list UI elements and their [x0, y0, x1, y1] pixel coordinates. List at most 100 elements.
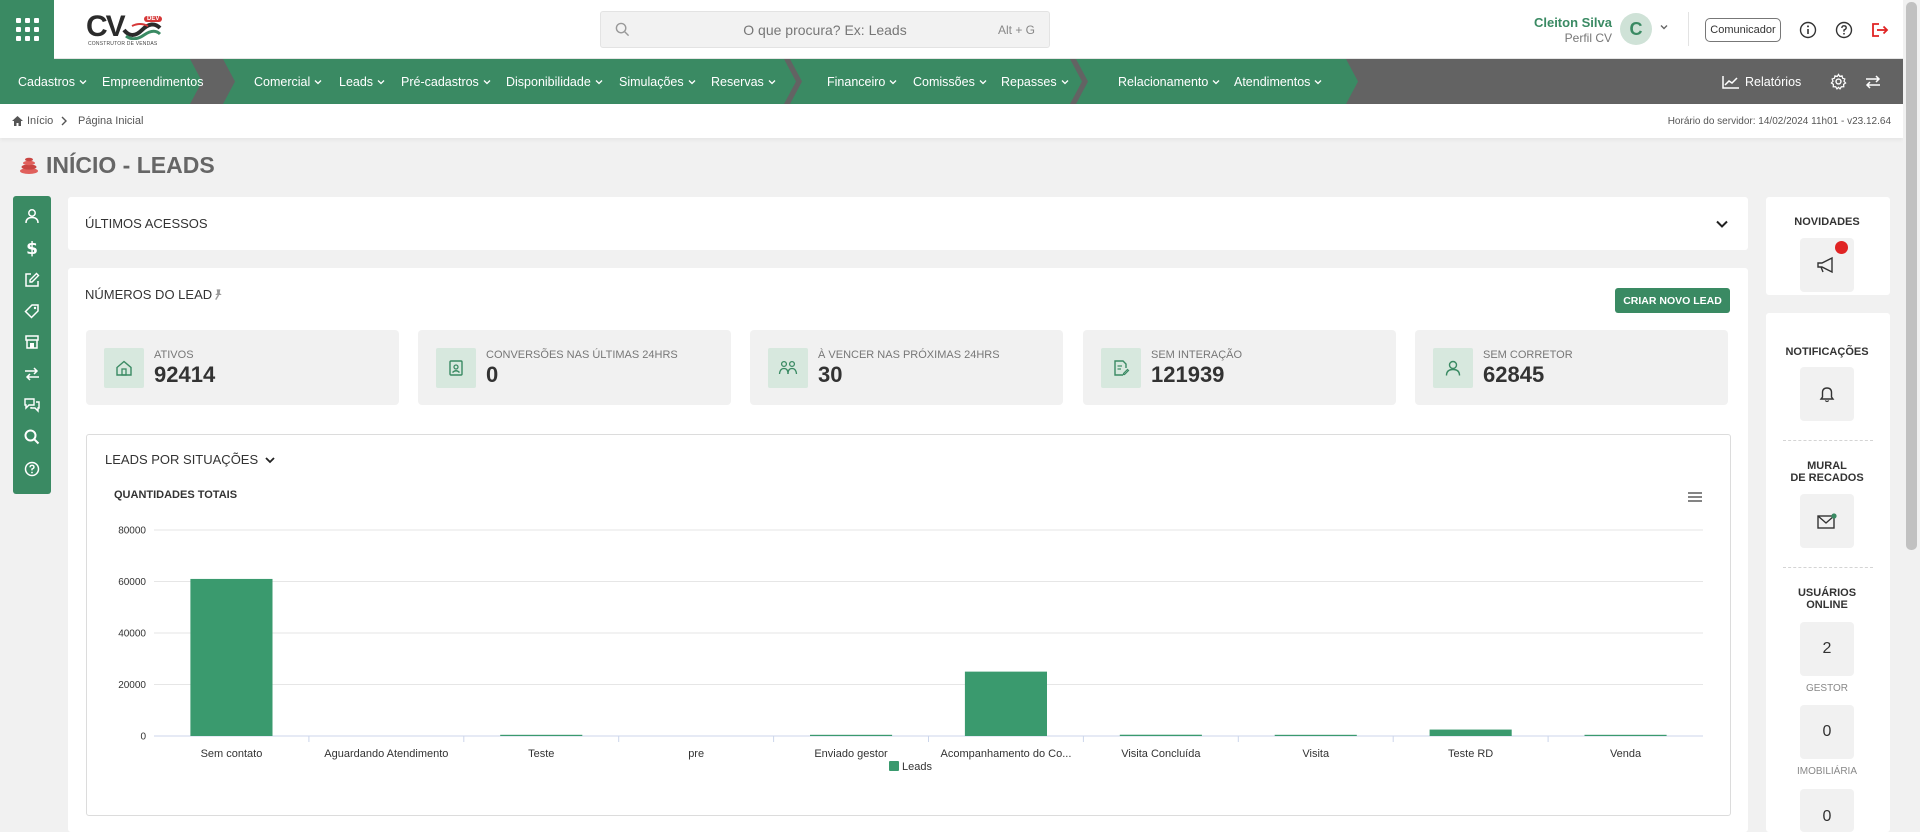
- x-tick-label: Acompanhamento do Co...: [941, 748, 1072, 760]
- stat-label: SEM CORRETOR: [1483, 349, 1573, 361]
- online-count-imobiliaria[interactable]: 0: [1800, 705, 1854, 759]
- online-title-line2: ONLINE: [1806, 599, 1848, 611]
- chevron-right-icon: [60, 104, 68, 138]
- settings-button[interactable]: [1830, 59, 1847, 104]
- nav-label: Simulações: [619, 74, 684, 89]
- nav-item-simulacoes[interactable]: Simulações: [619, 59, 696, 104]
- apps-grid-button[interactable]: [0, 0, 54, 59]
- stat-value: 0: [486, 362, 499, 387]
- edit-icon[interactable]: [13, 266, 51, 294]
- search-hotkey: Alt + G: [997, 22, 1035, 37]
- search-icon[interactable]: [13, 423, 51, 451]
- nav-label: Reservas: [711, 74, 764, 89]
- x-tick-label: Visita Concluída: [1121, 748, 1201, 760]
- divider: [1783, 567, 1873, 568]
- divider: [1688, 12, 1689, 46]
- y-tick-label: 40000: [118, 629, 146, 640]
- logout-icon[interactable]: [1869, 19, 1891, 41]
- last-access-panel[interactable]: ÚLTIMOS ACESSOS: [68, 197, 1748, 250]
- stat-card-a-vencer[interactable]: À VENCER NAS PRÓXIMAS 24hrs 30: [750, 330, 1063, 405]
- breadcrumb-current: Página Inicial: [78, 115, 144, 127]
- global-search[interactable]: O que procura? Ex: Leads Alt + G: [600, 11, 1050, 48]
- online-label-gestor: GESTOR: [1805, 683, 1849, 694]
- news-title: NOVIDADES: [1794, 216, 1860, 228]
- user-icon[interactable]: [13, 202, 51, 230]
- stat-card-sem-interacao[interactable]: SEM INTERAÇÃO 121939: [1083, 330, 1396, 405]
- avatar[interactable]: C: [1620, 13, 1652, 45]
- stat-card-sem-corretor[interactable]: SEM CORRETOR 62845: [1415, 330, 1728, 405]
- nav-label: Atendimentos: [1234, 74, 1311, 89]
- stat-value: 121939: [1151, 362, 1225, 387]
- tag-icon[interactable]: [13, 297, 51, 325]
- chat-icon[interactable]: [13, 391, 51, 419]
- stat-card-ativos[interactable]: ATIVOS 92414: [86, 330, 399, 405]
- help-icon[interactable]: [13, 455, 51, 483]
- nav-label: Cadastros: [18, 74, 75, 89]
- divider: [1783, 440, 1873, 441]
- nav-item-cadastros[interactable]: Cadastros: [18, 59, 87, 104]
- help-icon[interactable]: [1833, 19, 1855, 41]
- board-title-line2: DE RECADOS: [1790, 472, 1864, 484]
- nav-item-pre-cadastros[interactable]: Pré-cadastros: [401, 59, 491, 104]
- scrollbar-thumb[interactable]: [1906, 2, 1917, 550]
- message-board-button[interactable]: [1800, 494, 1854, 548]
- stat-label: CONVERSÕES NAS ÚLTIMAS 24hrs: [486, 349, 678, 361]
- chevron-down-icon: [1314, 79, 1322, 84]
- news-alert-dot: [1835, 241, 1848, 254]
- page-scrollbar[interactable]: [1903, 0, 1920, 832]
- online-count-other[interactable]: 0: [1800, 789, 1854, 832]
- create-lead-button[interactable]: CRIAR NOVO LEAD: [1615, 288, 1730, 313]
- news-button[interactable]: [1800, 238, 1854, 292]
- online-count-gestor[interactable]: 2: [1800, 622, 1854, 676]
- x-tick-label: Venda: [1610, 748, 1642, 760]
- info-icon[interactable]: [1797, 19, 1819, 41]
- online-count: 0: [1822, 808, 1832, 825]
- user-profile: Perfil CV: [1564, 31, 1612, 45]
- y-tick-label: 20000: [118, 680, 146, 691]
- chevron-down-icon: [979, 79, 987, 84]
- logo-sub: CONSTRUTOR DE VENDAS: [88, 41, 158, 47]
- page-title: INÍCIO - LEADS: [18, 152, 215, 179]
- search-placeholder: O que procura? Ex: Leads: [743, 21, 907, 38]
- chevron-down-icon: [483, 79, 491, 84]
- dollar-icon[interactable]: $: [13, 234, 51, 262]
- nav-item-comissoes[interactable]: Comissões: [913, 59, 987, 104]
- nav-label: Relacionamento: [1118, 74, 1209, 89]
- document-edit-icon: [1101, 348, 1141, 388]
- store-icon[interactable]: [13, 328, 51, 356]
- comunicador-button[interactable]: Comunicador: [1705, 18, 1781, 42]
- house-icon: [104, 348, 144, 388]
- x-tick-label: Enviado gestor: [814, 748, 888, 760]
- nav-item-reservas[interactable]: Reservas: [711, 59, 776, 104]
- nav-item-disponibilidade[interactable]: Disponibilidade: [506, 59, 603, 104]
- logo[interactable]: CV DEV CONSTRUTOR DE VENDAS: [86, 10, 166, 48]
- nav-item-relacionamento[interactable]: Relacionamento: [1118, 59, 1220, 104]
- online-count: 2: [1822, 640, 1832, 657]
- nav-item-comercial[interactable]: Comercial: [254, 59, 322, 104]
- pin-icon[interactable]: [212, 288, 225, 301]
- reports-label: Relatórios: [1745, 74, 1802, 89]
- notifications-button[interactable]: [1800, 367, 1854, 421]
- chevron-down-icon[interactable]: [1715, 219, 1729, 229]
- switch-button[interactable]: [1864, 59, 1882, 104]
- chevron-down-icon: [595, 79, 603, 84]
- nav-item-leads[interactable]: Leads: [339, 59, 385, 104]
- nav-item-empreendimentos[interactable]: Empreendimentos: [102, 59, 203, 104]
- id-badge-icon: [436, 348, 476, 388]
- stat-card-conversoes[interactable]: CONVERSÕES NAS ÚLTIMAS 24hrs 0: [418, 330, 731, 405]
- chevron-down-icon[interactable]: [1659, 22, 1669, 32]
- nav-item-atendimentos[interactable]: Atendimentos: [1234, 59, 1322, 104]
- stat-value: 92414: [154, 362, 216, 387]
- breadcrumb-home[interactable]: Início: [11, 104, 53, 138]
- chevron-down-icon: [688, 79, 696, 84]
- user-info[interactable]: Cleiton Silva Perfil CV: [1520, 15, 1612, 45]
- lead-numbers-title: NÚMEROS DO LEAD: [85, 287, 213, 302]
- stat-value: 62845: [1483, 362, 1545, 387]
- nav-item-financeiro[interactable]: Financeiro: [827, 59, 897, 104]
- reports-link[interactable]: Relatórios: [1722, 59, 1801, 104]
- chevron-down-icon: [1061, 79, 1069, 84]
- nav-label: Comercial: [254, 74, 311, 89]
- nav-item-repasses[interactable]: Repasses: [1001, 59, 1069, 104]
- stat-label: SEM INTERAÇÃO: [1151, 349, 1243, 361]
- arrows-exchange-icon[interactable]: [13, 360, 51, 388]
